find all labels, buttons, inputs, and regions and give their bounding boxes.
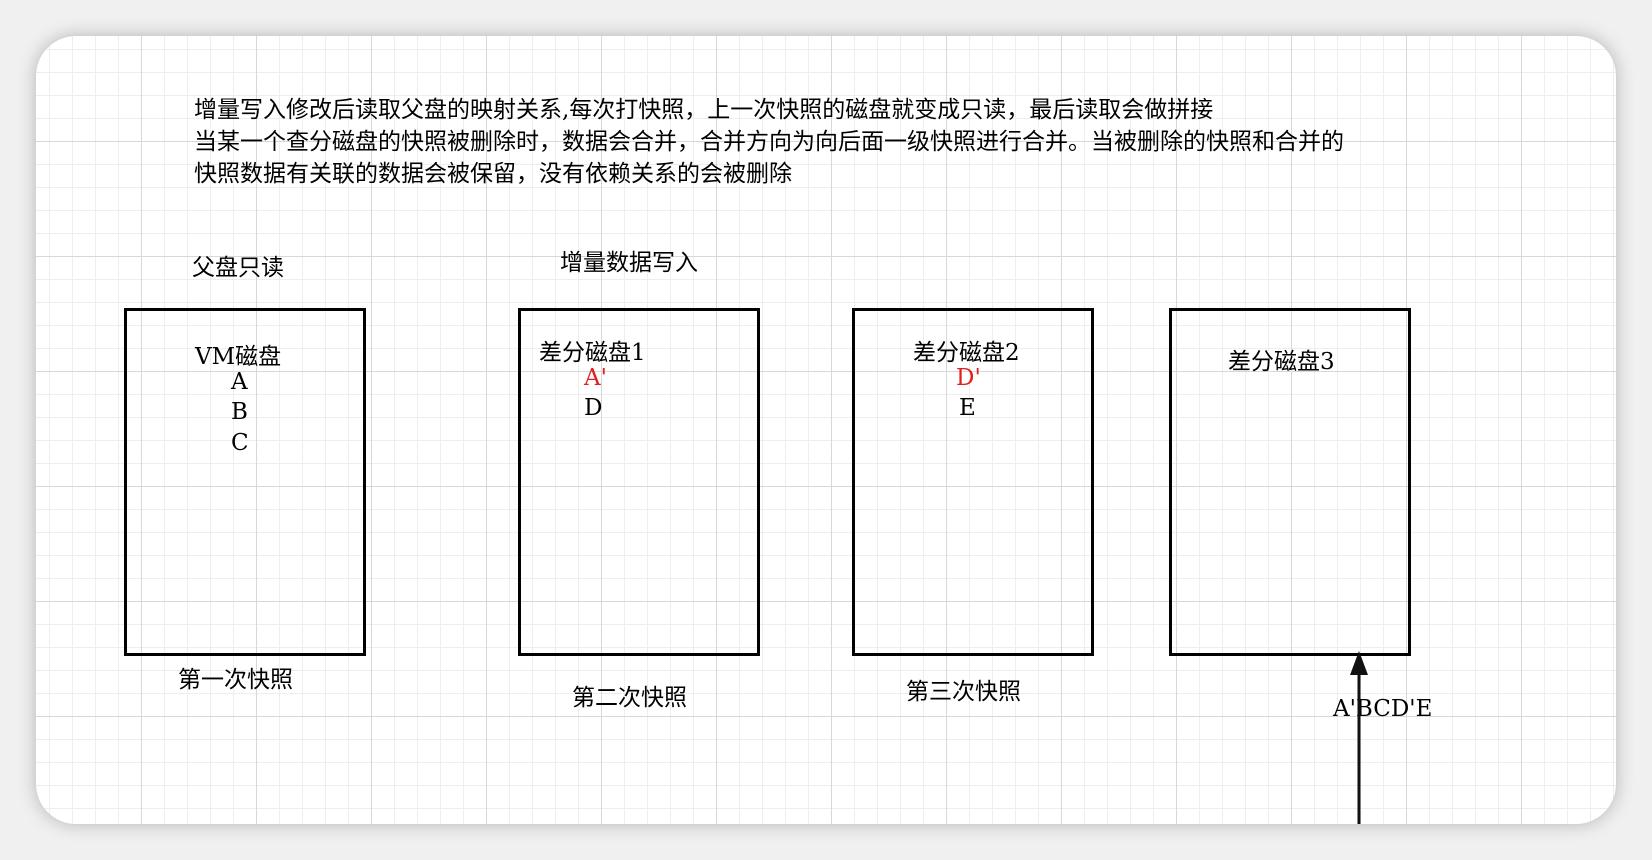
description-line-3: 快照数据有关联的数据会被保留，没有依赖关系的会被删除 — [194, 161, 792, 187]
description-line-2: 当某一个查分磁盘的快照被删除时，数据会合并，合并方向为向后面一级快照进行合并。当… — [194, 129, 1344, 155]
arrow-head — [1350, 651, 1368, 675]
label-snapshot-2: 第二次快照 — [572, 685, 687, 711]
data-block-a-prime: A' — [584, 365, 607, 391]
label-incremental-write: 增量数据写入 — [560, 250, 698, 276]
box-title: 差分磁盘1 — [539, 340, 646, 366]
label-snapshot-1: 第一次快照 — [178, 667, 293, 693]
data-block-c: C — [231, 430, 249, 456]
data-block-a: A — [231, 369, 248, 395]
label-snapshot-3: 第三次快照 — [906, 679, 1021, 705]
box-vm-disk: VM磁盘 A B C — [124, 308, 366, 656]
box-diff-disk-3: 差分磁盘3 — [1169, 308, 1411, 656]
box-title: VM磁盘 — [195, 344, 282, 370]
box-diff-disk-2: 差分磁盘2 D' E — [852, 308, 1094, 656]
box-title: 差分磁盘3 — [1228, 349, 1335, 375]
read-arrow — [1350, 651, 1368, 824]
box-diff-disk-1: 差分磁盘1 A' D — [518, 308, 760, 656]
label-parent-readonly: 父盘只读 — [192, 255, 284, 281]
description-line-1: 增量写入修改后读取父盘的映射关系,每次打快照，上一次快照的磁盘就变成只读，最后读… — [194, 97, 1214, 123]
data-block-d: D — [584, 395, 603, 421]
data-block-b: B — [231, 399, 248, 425]
diagram-canvas: 增量写入修改后读取父盘的映射关系,每次打快照，上一次快照的磁盘就变成只读，最后读… — [36, 36, 1616, 824]
data-block-d-prime: D' — [956, 365, 981, 391]
box-title: 差分磁盘2 — [913, 340, 1020, 366]
description-text: 增量写入修改后读取父盘的映射关系,每次打快照，上一次快照的磁盘就变成只读，最后读… — [194, 94, 1554, 190]
data-block-e: E — [959, 395, 976, 421]
